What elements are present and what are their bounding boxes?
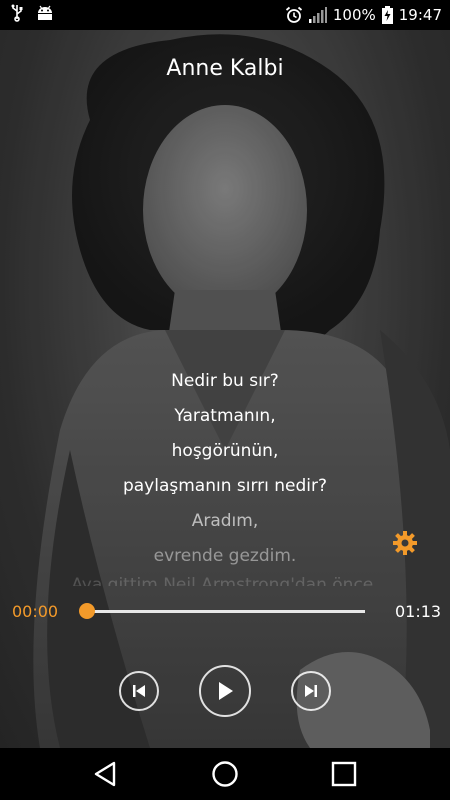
lyric-line: evrende gezdim. [153,546,297,566]
current-time: 00:00 [12,602,59,621]
battery-label: 100% [332,6,376,24]
android-debug-icon [36,5,54,25]
lyric-line: paylaşmanın sırrı nedir? [122,476,328,496]
settings-button[interactable] [392,530,418,556]
skip-previous-icon [133,685,145,697]
lyric-line: Aradım, [191,511,259,531]
seek-thumb[interactable] [79,603,95,619]
navigation-bar [0,748,450,800]
clock: 19:47 [398,6,442,24]
seek-bar[interactable] [87,610,365,613]
status-bar: 100% 19:47 [0,0,450,30]
back-icon [94,761,116,787]
alarm-icon [285,6,303,24]
next-button[interactable] [291,671,331,711]
signal-icon [308,7,327,23]
play-icon [219,682,233,700]
previous-button[interactable] [119,671,159,711]
recents-button[interactable] [330,760,358,788]
skip-next-icon [305,685,317,697]
home-icon [212,761,238,787]
lyrics-panel[interactable]: Nedir bu sır? Yaratmanın, hoşgörünün, pa… [0,364,450,586]
play-button[interactable] [199,665,251,717]
home-button[interactable] [211,760,239,788]
usb-icon [10,4,24,26]
gear-icon [393,531,417,555]
recents-icon [331,761,357,787]
player-screen: Anne Kalbi Nedir bu sır? Yaratmanın, hoş… [0,30,450,748]
lyric-line: Aya gittim Neil Armstrong'dan önce. [71,575,379,586]
song-title: Anne Kalbi [166,56,284,81]
lyric-line: Yaratmanın, [174,406,276,426]
lyric-line: hoşgörünün, [171,441,279,461]
battery-charging-icon [381,6,393,24]
total-time: 01:13 [395,602,442,621]
back-button[interactable] [92,760,120,788]
lyric-line: Nedir bu sır? [171,371,279,391]
